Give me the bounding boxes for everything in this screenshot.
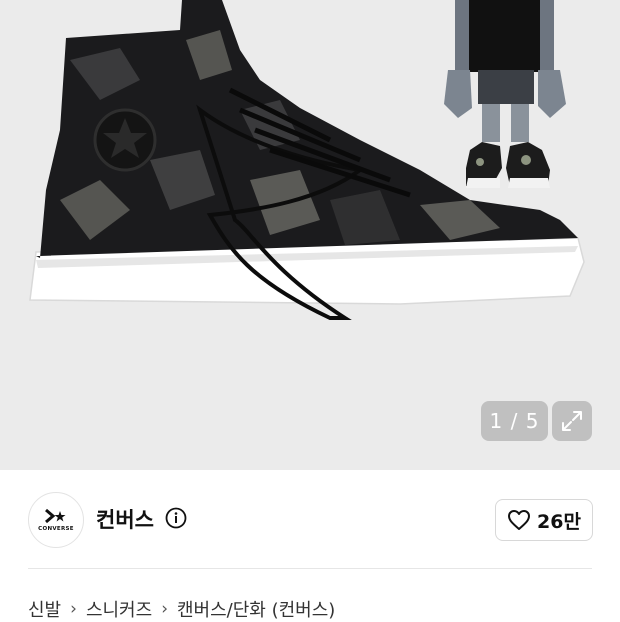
like-button[interactable]: 26만: [495, 499, 593, 541]
heart-outline-icon: [508, 510, 531, 530]
chevron-right-icon: ›: [161, 599, 168, 619]
expand-button[interactable]: [552, 401, 592, 441]
breadcrumb-item-sneakers[interactable]: 스니커즈: [86, 596, 152, 622]
product-image-gallery[interactable]: 1 / 5: [0, 0, 620, 470]
brand-logo[interactable]: CONVERSE: [28, 492, 84, 548]
chevron-right-icon: ›: [70, 599, 77, 619]
breadcrumb-item-shoes[interactable]: 신발: [28, 596, 61, 622]
brand-name[interactable]: 컨버스: [96, 504, 154, 534]
product-image: [29, 0, 585, 320]
divider: [28, 568, 592, 569]
info-icon[interactable]: [165, 507, 187, 529]
converse-chevron-star-icon: [45, 508, 66, 524]
like-count: 26만: [537, 510, 581, 533]
brand-logo-text: CONVERSE: [38, 526, 74, 532]
expand-arrows-icon: [562, 411, 582, 431]
figure-toy-image: [444, 0, 566, 188]
brand-row: CONVERSE 컨버스 26만: [0, 470, 620, 570]
breadcrumb-item-canvas[interactable]: 캔버스/단화 (컨버스): [177, 596, 335, 622]
breadcrumb: 신발 › 스니커즈 › 캔버스/단화 (컨버스): [28, 596, 335, 622]
image-counter: 1 / 5: [481, 401, 548, 441]
